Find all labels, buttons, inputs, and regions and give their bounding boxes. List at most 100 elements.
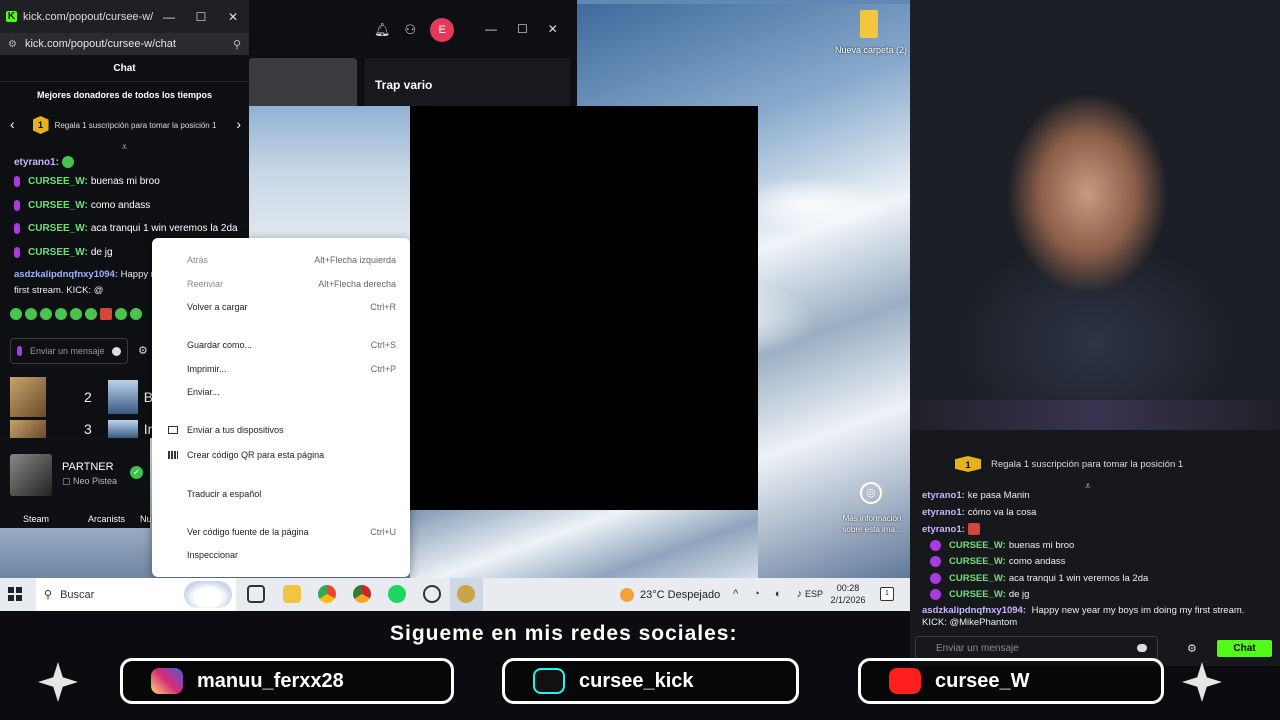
youtube-icon [889, 668, 921, 694]
menu-item-save-as[interactable]: Guardar como... Ctrl+S [152, 335, 410, 355]
emote-icon[interactable] [55, 308, 67, 320]
weather-widget[interactable]: 23°C Despejado [620, 588, 720, 602]
chevron-right-icon[interactable]: › [236, 116, 241, 132]
chat-settings-icon[interactable]: ⚙ [138, 344, 148, 357]
tiktok-handle: cursee_kick [579, 669, 694, 692]
stream-chat-message: CURSEE_W: como andass [930, 556, 1065, 567]
chrome-icon[interactable] [318, 585, 336, 603]
chat-input-placeholder[interactable]: Enviar un mensaje [30, 346, 112, 356]
windows-start-icon[interactable] [8, 587, 22, 601]
folder-icon[interactable] [860, 10, 878, 38]
close-button[interactable]: ✕ [217, 10, 249, 24]
file-explorer-icon[interactable] [283, 585, 301, 603]
tiktok-badge: cursee_kick [502, 658, 799, 704]
emote-icon[interactable] [100, 308, 112, 320]
chrome-alt-icon[interactable] [353, 585, 371, 603]
menu-item-qr-code[interactable]: Crear código QR para esta página [152, 445, 410, 465]
menu-item-send[interactable]: Enviar... [152, 382, 410, 402]
close-button[interactable]: ✕ [548, 22, 558, 36]
chat-username[interactable]: etyrano1: [14, 157, 59, 168]
menu-item-back[interactable]: Atrás Alt+Flecha izquierda [152, 250, 410, 270]
emote-icon[interactable] [130, 308, 142, 320]
search-icon: ⚲ [44, 589, 53, 601]
emote-icon[interactable] [25, 308, 37, 320]
menu-item-print[interactable]: Imprimir... Ctrl+P [152, 359, 410, 379]
weather-icon [620, 588, 634, 602]
chat-text: como andass [90, 199, 151, 211]
chat-message: CURSEE_W: aca tranqui 1 win veremos la 2… [0, 217, 249, 241]
folder-label[interactable]: Nueva carpeta (2) [832, 45, 910, 55]
menu-item-translate[interactable]: Traducir a español [152, 484, 410, 504]
emote-icon[interactable] [85, 308, 97, 320]
league-icon[interactable] [457, 585, 475, 603]
bell-icon[interactable]: 🔔︎ [374, 22, 391, 38]
chat-text: aca tranqui 1 win veremos la 2da [90, 223, 238, 235]
gift-text: Regala 1 suscripción para tomar la posic… [54, 120, 217, 130]
leaderboard-row[interactable]: 2 B [10, 374, 153, 420]
video-card-title[interactable]: Trap vario [365, 58, 570, 106]
emoji-icon[interactable] [112, 346, 121, 356]
leaderboard-thumbnail [107, 420, 138, 438]
chat-message-input[interactable]: Enviar un mensaje [10, 338, 128, 364]
menu-item-view-source[interactable]: Ver código fuente de la página Ctrl+U [152, 522, 410, 542]
wallpaper-info-label[interactable]: Más información sobre esta ima... [836, 513, 908, 535]
check-icon: ✓ [130, 466, 143, 479]
search-highlight-image [184, 581, 232, 608]
minimize-button[interactable]: — [153, 10, 185, 24]
chat-username[interactable]: asdzkalipdnqfnxy1094: [14, 269, 118, 280]
pinned-collapse-icon[interactable]: ⩡ [0, 142, 249, 154]
leaderboard-rank: 2 [84, 389, 92, 405]
chat-username[interactable]: CURSEE_W: [28, 223, 88, 234]
chevron-left-icon[interactable]: ‹ [10, 116, 15, 132]
task-view-icon[interactable] [247, 585, 265, 603]
partner-avatar [10, 454, 52, 496]
rank-badge: 1 [32, 116, 49, 134]
menu-item-forward[interactable]: Reenviar Alt+Flecha derecha [152, 274, 410, 294]
maximize-button[interactable]: ☐ [517, 22, 528, 36]
desktop-shortcut-arcanists[interactable]: Arcanists [88, 514, 125, 524]
notification-icon[interactable]: 1 [880, 587, 894, 601]
obs-icon[interactable] [423, 585, 441, 603]
video-player[interactable] [410, 106, 758, 510]
site-info-icon[interactable]: ⚙ [8, 39, 17, 50]
instagram-handle: manuu_ferxx28 [197, 669, 344, 692]
menu-item-reload[interactable]: Volver a cargar Ctrl+R [152, 297, 410, 317]
clock[interactable]: 00:28 2/1/2026 [828, 582, 868, 606]
menu-item-inspect[interactable]: Inspeccionar [152, 545, 410, 565]
emote-icon[interactable] [70, 308, 82, 320]
chat-text: cómo va la cosa [967, 507, 1037, 518]
chat-username[interactable]: CURSEE_W: [28, 247, 88, 258]
chat-username: CURSEE_W: [949, 540, 1006, 551]
search-label[interactable]: Buscar [60, 589, 94, 601]
chat-message: CURSEE_W: como andass [0, 194, 249, 218]
emote-icon[interactable] [40, 308, 52, 320]
chat-username[interactable]: CURSEE_W: [28, 176, 88, 187]
spotify-icon[interactable] [388, 585, 406, 603]
system-tray-icons[interactable]: ^ ◔ ◐ ♪ [733, 588, 808, 600]
leaderboard-avatar [10, 420, 46, 438]
video-card-thumbnail[interactable] [249, 58, 357, 106]
chat-text: buenas mi broo [90, 176, 160, 188]
leaderboard-row[interactable]: 3 In [10, 420, 155, 438]
mic-badge-icon [930, 573, 941, 584]
emote-icon[interactable] [10, 308, 22, 320]
language-indicator[interactable]: ESP [805, 589, 823, 599]
friends-icon[interactable]: ⚇ [405, 22, 417, 38]
address-bar[interactable]: ⚙ kick.com/popout/cursee-w/chat ⚲ [0, 33, 249, 55]
kick-logo-icon: K [6, 11, 17, 22]
camera-info-icon[interactable]: ◎ [860, 482, 882, 504]
chat-username: CURSEE_W: [949, 589, 1006, 600]
context-menu: Atrás Alt+Flecha izquierda Reenviar Alt+Fl… [152, 238, 410, 577]
zoom-icon[interactable]: ⚲ [233, 38, 241, 51]
chat-username: CURSEE_W: [949, 556, 1006, 567]
avatar[interactable]: E [430, 18, 455, 42]
desktop-shortcut-steam[interactable]: Steam [23, 514, 49, 524]
desktop-shortcut-nu[interactable]: Nu [140, 514, 152, 524]
minimize-button[interactable]: — [485, 22, 497, 36]
emote-icon[interactable] [115, 308, 127, 320]
maximize-button[interactable]: ☐ [185, 10, 217, 24]
chat-username[interactable]: CURSEE_W: [28, 200, 88, 211]
menu-item-send-to-devices[interactable]: Enviar a tus dispositivos [152, 420, 410, 440]
mic-badge-icon [930, 589, 941, 600]
url-text[interactable]: kick.com/popout/cursee-w/chat [25, 38, 233, 50]
